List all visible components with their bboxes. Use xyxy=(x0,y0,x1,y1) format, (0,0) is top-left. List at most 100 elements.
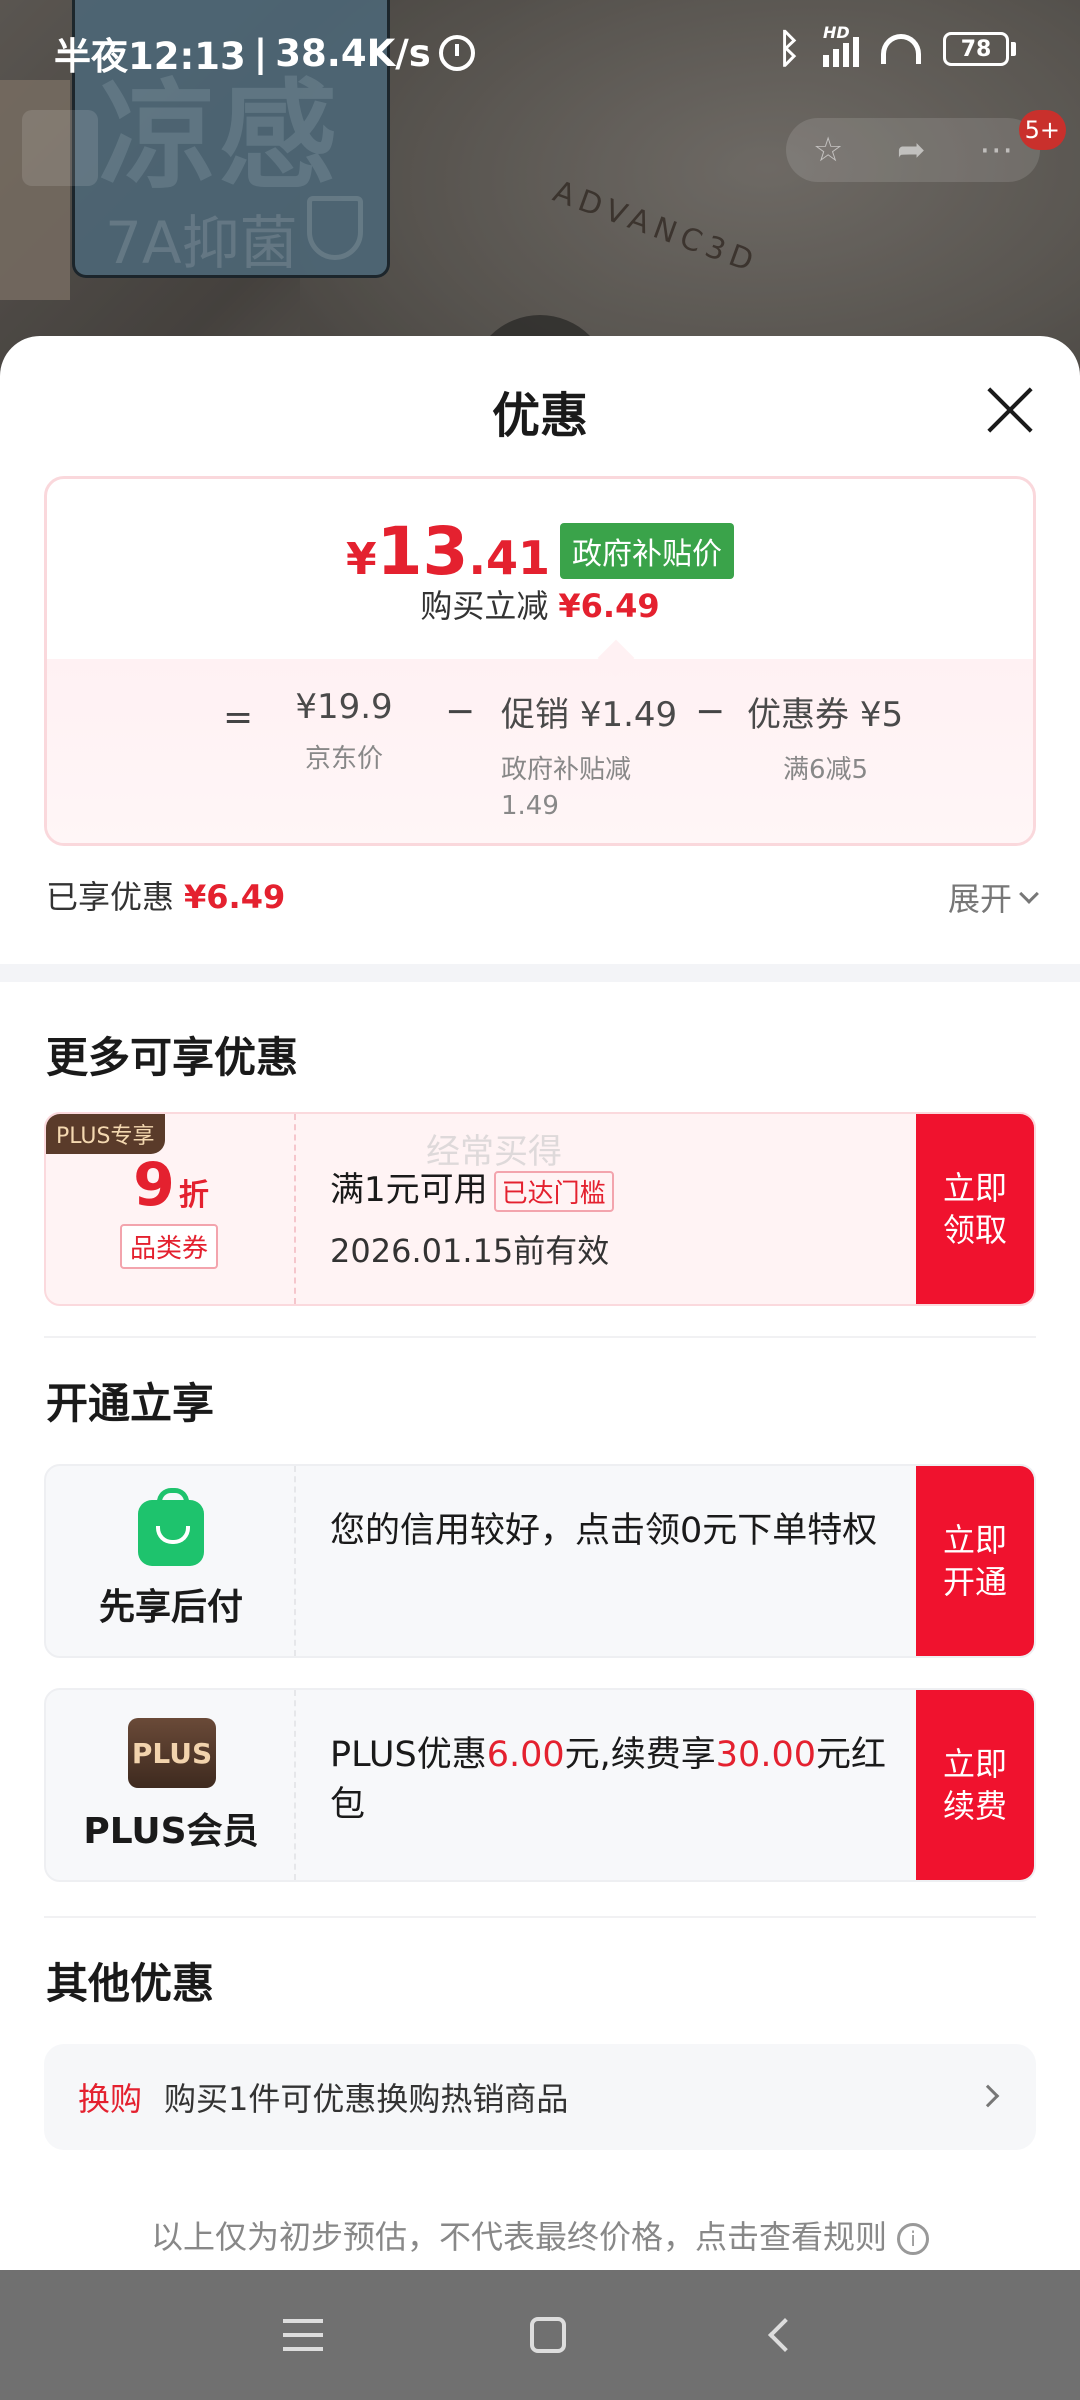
divider-2 xyxy=(44,1916,1036,1918)
discount-unit: 折 xyxy=(178,1178,209,1213)
bluetooth-icon: ᛒ xyxy=(777,26,801,72)
pay-later-label: 先享后付 xyxy=(98,1587,243,1628)
more-discounts-title: 更多可享优惠 xyxy=(46,1033,299,1082)
coupon-validity: 2026.01.15前有效 xyxy=(330,1232,610,1270)
nav-actions: ☆ ➦ ⋯ xyxy=(786,118,1040,182)
plus-member-text: PLUS优惠6.00元,续费享30.00元红包 xyxy=(330,1730,910,1830)
swap-text: 购买1件可优惠换购热销商品 xyxy=(164,2080,569,2118)
close-icon[interactable] xyxy=(984,384,1036,436)
save-line: 购买立减 ¥6.49 xyxy=(47,581,1033,627)
chevron-down-icon xyxy=(1019,884,1039,904)
swap-purchase-row[interactable]: 换购 购买1件可优惠换购热销商品 xyxy=(44,2044,1036,2150)
promo-value: ¥1.49 xyxy=(579,695,678,735)
plus-coupon-card: PLUS专享 9折 品类券 经常买得 满1元可用 已达门槛 2026.01.15前… xyxy=(44,1112,1036,1306)
pay-later-text: 您的信用较好，点击领0元下单特权 xyxy=(330,1511,878,1551)
star-icon[interactable]: ☆ xyxy=(813,130,843,170)
base-price-label: 京东价 xyxy=(304,744,383,774)
promo-sub-amount: 1.49 xyxy=(501,791,559,821)
price-card: ¥ 13 .41 政府补贴价 购买立减 ¥6.49 = ¥19.9 京东价 − 促… xyxy=(44,476,1036,846)
chevron-right-icon xyxy=(976,2084,1000,2108)
other-discounts-title: 其他优惠 xyxy=(46,1959,215,2008)
alarm-icon xyxy=(438,35,475,71)
threshold-reached-tag: 已达门槛 xyxy=(493,1171,614,1212)
more-icon[interactable]: ⋯ xyxy=(979,130,1013,170)
enjoyed-amount: ¥6.49 xyxy=(184,878,286,916)
claim-coupon-label: 立即 领取 xyxy=(942,1169,1007,1249)
plus-amount-a: 6.00 xyxy=(486,1735,565,1775)
renew-plus-button[interactable]: 立即 续费 xyxy=(916,1690,1034,1880)
plus-member-card: PLUS PLUS会员 PLUS优惠6.00元,续费享30.00元红包 立即 续… xyxy=(44,1688,1036,1882)
activate-label: 立即 开通 xyxy=(942,1521,1007,1601)
expand-button[interactable]: 展开 xyxy=(947,874,1039,920)
status-bar: 半夜12:13 | 38.4K/s ᛒ HD 78 xyxy=(0,0,1080,100)
network-speed: 38.4K/s xyxy=(275,31,431,75)
wifi-icon xyxy=(881,34,921,64)
coupon-details: 满1元可用 已达门槛 2026.01.15前有效 xyxy=(330,1162,614,1272)
sheet-title: 优惠 xyxy=(491,388,588,444)
currency-symbol: ¥ xyxy=(346,534,377,585)
expand-label: 展开 xyxy=(947,880,1012,918)
menu-icon[interactable] xyxy=(283,2319,324,2351)
final-price: ¥ 13 .41 xyxy=(346,513,550,590)
divider xyxy=(44,1336,1036,1338)
home-icon[interactable] xyxy=(529,2317,566,2353)
renew-label: 立即 续费 xyxy=(942,1745,1007,1825)
plus-amount-b: 30.00 xyxy=(715,1735,816,1775)
minus-sign-2: − xyxy=(695,691,726,732)
claim-coupon-button[interactable]: 立即 领取 xyxy=(916,1114,1034,1304)
coupon-sub: 满6减5 xyxy=(783,755,869,785)
coupon-discount: 9折 xyxy=(46,1150,296,1220)
category-coupon-tag: 品类券 xyxy=(120,1224,219,1269)
coupon-item: 优惠券 ¥5 满6减5 xyxy=(747,687,903,788)
discount-sheet: 优惠 ¥ 13 .41 政府补贴价 购买立减 ¥6.49 = ¥19.9 京东价 … xyxy=(0,336,1080,2270)
back-icon[interactable] xyxy=(767,2318,802,2352)
back-button[interactable] xyxy=(22,110,98,186)
price-breakdown: = ¥19.9 京东价 − 促销 ¥1.49 政府补贴减 1.49 − 优惠券 … xyxy=(47,679,1033,839)
signal-icon: HD xyxy=(823,23,859,67)
rules-note[interactable]: 以上仅为初步预估，不代表最终价格，点击查看规则 i xyxy=(0,2212,1080,2258)
plus-text-b: 元,续费享 xyxy=(564,1735,716,1775)
battery-icon: 78 xyxy=(943,32,1016,66)
price-decimal: .41 xyxy=(468,531,550,585)
enjoyed-discount: 已享优惠 ¥6.49 xyxy=(46,872,285,918)
product-nav: ☆ ➦ ⋯ 5+ xyxy=(0,110,1080,190)
discount-number: 9 xyxy=(133,1150,175,1220)
shopping-bag-icon xyxy=(138,1488,204,1566)
open-benefits-title: 开通立享 xyxy=(46,1379,215,1428)
info-icon[interactable]: i xyxy=(897,2223,929,2255)
coupon-left: PLUS专享 9折 品类券 xyxy=(46,1114,296,1304)
price-integer: 13 xyxy=(376,513,469,590)
plus-exclusive-tag: PLUS专享 xyxy=(46,1114,165,1154)
pay-later-card: 先享后付 您的信用较好，点击领0元下单特权 立即 开通 xyxy=(44,1464,1036,1658)
battery-level: 78 xyxy=(943,32,1009,66)
share-icon[interactable]: ➦ xyxy=(897,130,926,170)
plus-member-label: PLUS会员 xyxy=(83,1811,259,1852)
swap-label: 换购 xyxy=(78,2080,143,2118)
system-nav-bar xyxy=(0,2270,1080,2400)
promo-item: 促销 ¥1.49 政府补贴减 1.49 xyxy=(501,687,677,824)
status-separator: | xyxy=(253,31,268,75)
equals-sign: = xyxy=(223,697,254,738)
save-label: 购买立减 xyxy=(420,587,549,625)
status-time: 半夜12:13 xyxy=(54,35,246,78)
enjoyed-label: 已享优惠 xyxy=(46,878,175,916)
promo-label: 促销 xyxy=(501,695,569,735)
message-badge: 5+ xyxy=(1018,110,1066,150)
section-divider xyxy=(0,964,1080,982)
pay-later-left: 先享后付 xyxy=(46,1466,296,1656)
plus-logo-icon: PLUS xyxy=(128,1718,216,1788)
base-price-item: ¥19.9 京东价 xyxy=(279,687,409,777)
gov-subsidy-tag: 政府补贴价 xyxy=(559,523,734,579)
rules-note-text: 以上仅为初步预估，不代表最终价格，点击查看规则 xyxy=(150,2218,887,2256)
plus-text-a: PLUS优惠 xyxy=(330,1735,487,1775)
save-amount: ¥6.49 xyxy=(558,587,660,625)
coupon-condition: 满1元可用 xyxy=(330,1170,488,1210)
plus-member-left: PLUS PLUS会员 xyxy=(46,1690,296,1880)
base-price: ¥19.9 xyxy=(295,687,393,727)
hd-label: HD xyxy=(823,23,850,42)
minus-sign: − xyxy=(445,691,476,732)
coupon-label: 优惠券 xyxy=(747,695,849,735)
final-price-line: ¥ 13 .41 政府补贴价 xyxy=(47,513,1033,590)
activate-pay-later-button[interactable]: 立即 开通 xyxy=(916,1466,1034,1656)
coupon-value: ¥5 xyxy=(859,695,904,735)
